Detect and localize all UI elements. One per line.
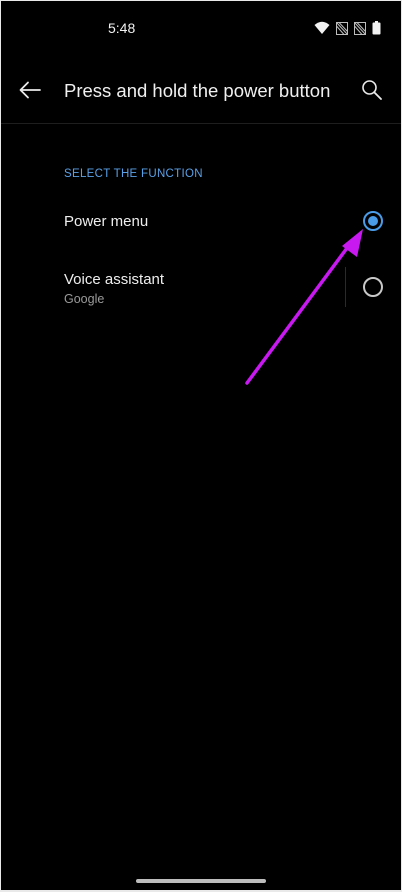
divider xyxy=(345,267,346,307)
annotation-arrow xyxy=(245,229,363,385)
status-icons xyxy=(314,19,381,37)
option-title: Power menu xyxy=(64,213,149,230)
signal-no-sim-icon xyxy=(336,21,348,35)
arrow-left-icon xyxy=(19,81,41,104)
option-power-menu[interactable]: Power menu xyxy=(1,191,401,251)
radio-voice-assistant[interactable] xyxy=(363,277,383,297)
option-voice-assistant[interactable]: Voice assistant Google xyxy=(1,253,401,323)
back-button[interactable] xyxy=(13,75,47,109)
option-subtitle: Google xyxy=(64,292,105,306)
radio-power-menu-selected[interactable] xyxy=(363,211,383,231)
search-button[interactable] xyxy=(355,75,389,109)
signal-no-sim-icon xyxy=(354,21,366,35)
option-title: Voice assistant xyxy=(64,271,165,288)
battery-icon xyxy=(372,21,381,35)
status-time: 5:48 xyxy=(108,20,136,36)
status-bar: 5:48 xyxy=(1,1,401,51)
section-header: SELECT THE FUNCTION xyxy=(64,168,203,180)
navigation-handle[interactable] xyxy=(136,879,266,883)
app-bar: Press and hold the power button xyxy=(1,59,401,124)
search-icon xyxy=(361,79,383,106)
page-title: Press and hold the power button xyxy=(64,80,331,101)
phone-screen: 5:48 Press and hold the power button SEL… xyxy=(1,1,401,890)
wifi-icon xyxy=(314,21,330,35)
